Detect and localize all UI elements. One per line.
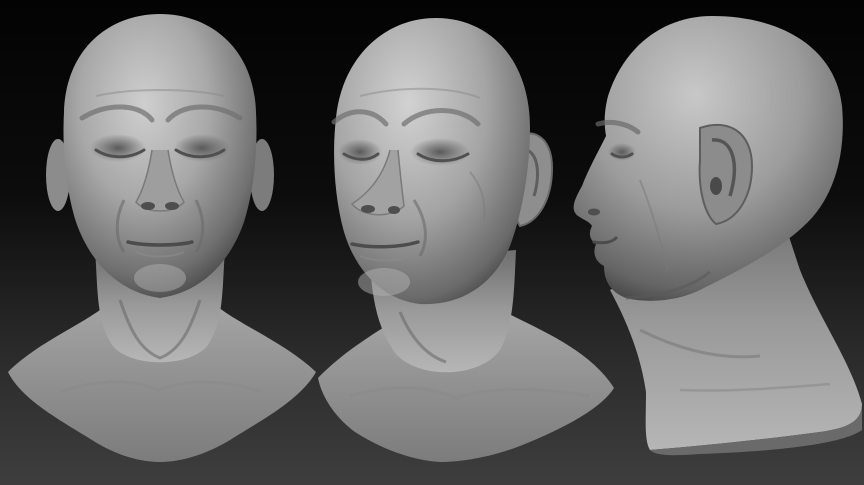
sculpt-render-canvas <box>0 0 864 485</box>
front-view-head <box>8 14 316 462</box>
profile-view-head <box>573 16 862 456</box>
three-quarter-view-head <box>318 18 614 462</box>
sculpt-illustration <box>8 14 862 462</box>
